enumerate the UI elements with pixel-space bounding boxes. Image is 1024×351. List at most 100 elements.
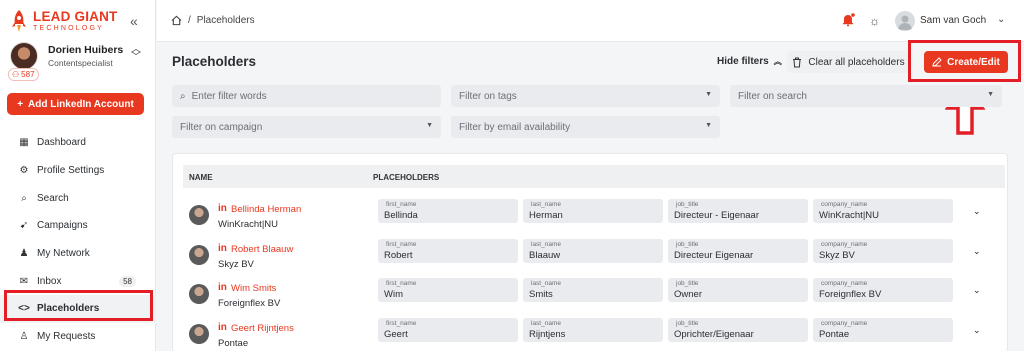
placeholder-field-last-name[interactable]: last_name Blaauw	[523, 238, 663, 263]
filter-email-select[interactable]: Filter by email availability ▼	[451, 116, 720, 138]
app: LEAD GIANT TECHNOLOGY « ⚇ 587 Dorien Hui…	[0, 0, 1024, 351]
placeholder-label: job_title	[676, 201, 699, 208]
bell-icon[interactable]	[841, 13, 855, 27]
placeholder-field-first-name[interactable]: first_name Geert	[378, 317, 518, 342]
sidebar-item-my-network[interactable]: ♟ My Network	[0, 240, 156, 268]
sidebar: LEAD GIANT TECHNOLOGY « ⚇ 587 Dorien Hui…	[0, 0, 156, 351]
brand-sub: TECHNOLOGY	[33, 25, 105, 33]
filter-words-input[interactable]: ⌕ Enter filter words	[172, 85, 441, 107]
placeholder-field-job-title[interactable]: job_title Oprichter/Eigenaar	[668, 317, 808, 342]
contact-name-link[interactable]: Geert Rijntjens	[231, 323, 294, 334]
avatar	[189, 244, 209, 265]
placeholder-value: Skyz BV	[819, 249, 855, 261]
expand-row-chevron-icon[interactable]: ⌄	[973, 285, 981, 296]
table-header: NAME PLACEHOLDERS	[183, 165, 1005, 188]
placeholder-field-job-title[interactable]: job_title Owner	[668, 278, 808, 302]
contact-name-link[interactable]: Wim Smits	[231, 283, 276, 294]
create-edit-button[interactable]: Create/Edit	[924, 51, 1008, 73]
filter-campaign-select[interactable]: Filter on campaign ▼	[172, 116, 441, 138]
placeholder-value: Owner	[674, 289, 702, 300]
placeholder-label: last_name	[531, 240, 561, 248]
dropdown-caret-icon: ▼	[705, 91, 712, 98]
placeholder-field-last-name[interactable]: last_name Herman	[523, 199, 663, 223]
placeholder-field-job-title[interactable]: job_title Directeur Eigenaar	[668, 238, 808, 263]
sidebar-item-placeholders[interactable]: <> Placeholders	[0, 295, 156, 323]
sidebar-item-dashboard[interactable]: ▦ Dashboard	[0, 129, 156, 157]
expand-row-chevron-icon[interactable]: ⌄	[973, 325, 981, 336]
linkedin-icon[interactable]: in	[218, 282, 227, 293]
sidebar-nav: ▦ Dashboard ⚙ Profile Settings ⌕ Search ➹ Campa…	[0, 129, 156, 351]
placeholder-value: Blaauw	[529, 249, 561, 261]
account-switcher[interactable]: ⚇ 587 Dorien Huibers Contentspecialist ︿…	[8, 42, 148, 82]
dropdown-caret-icon: ▼	[987, 91, 994, 98]
placeholder-field-last-name[interactable]: last_name Rijntjens	[523, 317, 663, 342]
sidebar-item-campaigns[interactable]: ➹ Campaigns	[0, 212, 156, 240]
placeholder-label: first_name	[386, 240, 417, 248]
expand-row-chevron-icon[interactable]: ⌄	[973, 206, 981, 217]
sidebar-item-search[interactable]: ⌕ Search	[0, 184, 156, 212]
placeholder-field-last-name[interactable]: last_name Smits	[523, 278, 663, 302]
clear-all-label: Clear all placeholders	[808, 56, 905, 68]
sidebar-item-label: Campaigns	[37, 220, 88, 232]
placeholder-value: Foreignflex BV	[819, 289, 882, 300]
filter-search-select[interactable]: Filter on search ▼	[730, 85, 1002, 107]
avatar	[189, 284, 209, 304]
avatar	[10, 42, 38, 70]
hide-filters-button[interactable]: Hide filters ︽	[717, 56, 782, 67]
page-title: Placeholders	[172, 54, 257, 69]
placeholder-field-first-name[interactable]: first_name Bellinda	[378, 199, 518, 223]
placeholder-field-job-title[interactable]: job_title Directeur - Eigenaar	[668, 199, 808, 223]
placeholder-value: Bellinda	[384, 210, 418, 221]
expand-row-chevron-icon[interactable]: ⌄	[973, 246, 981, 257]
filter-tags-select[interactable]: Filter on tags ▼	[451, 85, 720, 107]
breadcrumb-current: Placeholders	[196, 15, 255, 26]
table-row: in Geert Rijntjens Pontae first_name Geert la…	[173, 315, 1009, 351]
hide-filters-label: Hide filters	[717, 56, 769, 67]
chevron-up-down-icon[interactable]: ︿ ﹀	[131, 45, 141, 63]
placeholder-value: Wim	[384, 289, 403, 300]
placeholder-value: Directeur - Eigenaar	[674, 210, 760, 221]
user-name[interactable]: Sam van Goch	[920, 15, 986, 26]
placeholder-field-company-name[interactable]: company_name WinKracht|NU	[813, 199, 953, 223]
theme-toggle-icon[interactable]: ☼	[869, 14, 880, 28]
filter-email-placeholder: Filter by email availability	[459, 121, 571, 133]
logo[interactable]: LEAD GIANT TECHNOLOGY	[10, 9, 118, 33]
placeholder-label: last_name	[531, 201, 561, 208]
placeholder-value: Pontae	[819, 328, 850, 340]
placeholder-label: company_name	[821, 319, 868, 327]
sidebar-item-inbox[interactable]: ✉ Inbox 58	[0, 267, 156, 295]
sidebar-item-profile-settings[interactable]: ⚙ Profile Settings	[0, 157, 156, 185]
avatar[interactable]	[895, 11, 915, 31]
home-icon[interactable]	[171, 15, 182, 26]
contact-name-link[interactable]: Bellinda Herman	[231, 204, 301, 215]
contact-name-link[interactable]: Robert Blaauw	[231, 244, 293, 255]
avatar	[189, 323, 209, 344]
placeholder-label: first_name	[386, 319, 417, 327]
code-icon: <>	[18, 303, 30, 315]
placeholder-field-company-name[interactable]: company_name Foreignflex BV	[813, 278, 953, 302]
linkedin-icon[interactable]: in	[218, 203, 227, 214]
placeholder-value: WinKracht|NU	[819, 210, 880, 221]
filter-tags-placeholder: Filter on tags	[459, 90, 517, 102]
contact-company: Pontae	[218, 337, 249, 349]
user-icon: ♙	[19, 331, 29, 343]
placeholder-field-company-name[interactable]: company_name Pontae	[813, 317, 953, 342]
linkedin-icon[interactable]: in	[218, 243, 227, 254]
clear-all-placeholders-button[interactable]: Clear all placeholders	[787, 51, 910, 73]
collapse-sidebar-icon[interactable]: «	[130, 13, 138, 29]
linkedin-icon[interactable]: in	[218, 322, 227, 333]
breadcrumb-separator: /	[188, 15, 191, 26]
add-linkedin-account-button[interactable]: + Add LinkedIn Account	[7, 93, 144, 115]
people-icon: ⚇	[12, 70, 20, 79]
chevron-down-icon[interactable]: ⌄	[997, 14, 1005, 25]
placeholder-value: Herman	[529, 210, 563, 221]
contact-company: Skyz BV	[218, 258, 254, 270]
placeholder-field-company-name[interactable]: company_name Skyz BV	[813, 238, 953, 263]
placeholder-field-first-name[interactable]: first_name Wim	[378, 278, 518, 302]
placeholder-field-first-name[interactable]: first_name Robert	[378, 238, 518, 263]
sidebar-item-my-requests[interactable]: ♙ My Requests	[0, 323, 156, 351]
contact-company: Foreignflex BV	[218, 298, 281, 309]
create-edit-label: Create/Edit	[947, 56, 1000, 68]
profile-role: Contentspecialist	[48, 58, 113, 68]
sidebar-item-label: My Requests	[37, 331, 96, 343]
